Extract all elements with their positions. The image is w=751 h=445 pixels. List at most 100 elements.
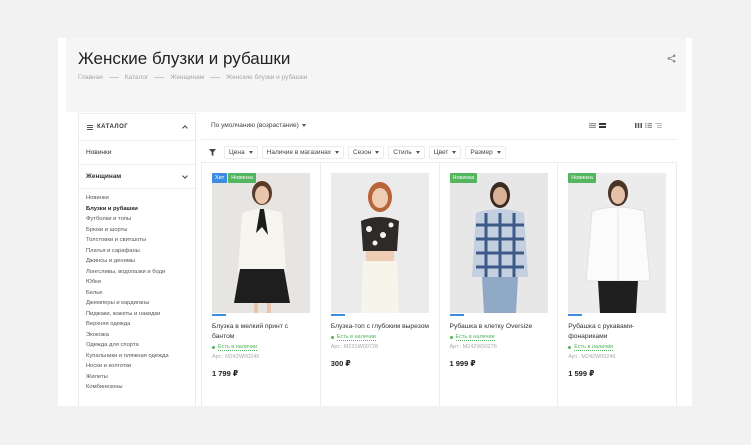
filter-label: Размер — [470, 149, 493, 156]
sidebar-item-new[interactable]: Новинки — [79, 141, 195, 165]
product-article: Арт.: М242W00276 — [449, 344, 497, 350]
caret-down-icon — [375, 151, 380, 154]
product-card[interactable]: Блузка-топ с глубоким вырезом Есть в нали… — [321, 162, 440, 406]
product-badges: Новинка — [568, 173, 596, 183]
caret-down-icon — [496, 151, 501, 154]
filter-dropdown[interactable]: Наличие в магазинах — [261, 146, 344, 159]
filter-icon[interactable] — [209, 149, 216, 156]
filter-dropdown[interactable]: Сезон — [348, 146, 385, 159]
sort-label: По умолчанию (возрастание) — [211, 122, 299, 129]
toolbar-divider — [201, 139, 677, 140]
sidebar-subitem[interactable]: Комбинезоны — [86, 382, 188, 393]
availability-label[interactable]: Есть в наличии — [455, 334, 495, 341]
sidebar-subitem[interactable]: Пиджаки, жакеты и накидки — [86, 309, 188, 320]
filter-label: Сезон — [353, 149, 372, 156]
share-icon[interactable] — [667, 54, 676, 63]
product-image[interactable]: Новинка — [449, 173, 548, 313]
product-name[interactable]: Рубашка с рукавами-фонариками — [568, 322, 668, 342]
filter-label: Цена — [229, 149, 245, 156]
availability-label[interactable]: Есть в наличии — [218, 344, 258, 351]
sidebar-subitem[interactable]: Юбки — [86, 277, 188, 288]
table-view-icon[interactable] — [655, 123, 662, 128]
sidebar-subitem[interactable]: Носки и колготки — [86, 361, 188, 372]
sidebar-subitem[interactable]: Одежда для спорта — [86, 340, 188, 351]
image-slider-indicator — [568, 314, 583, 316]
availability-label[interactable]: Есть в наличии — [574, 344, 614, 351]
product-article: Арт.: М242W00246 — [568, 354, 616, 360]
grid-view-icon[interactable] — [635, 123, 642, 128]
sidebar-section-women[interactable]: Женщинам — [79, 165, 195, 189]
image-slider-indicator — [212, 314, 226, 316]
sidebar-subitem[interactable]: Брюки и шорты — [86, 225, 188, 236]
sidebar-subitem[interactable]: Блузки и рубашки — [86, 204, 188, 215]
product-article: Арт.: М242W00245 — [212, 354, 260, 360]
product-card[interactable]: Новинка Рубашка в клетку Oversize Есть в н… — [440, 162, 559, 406]
availability-dot-icon — [568, 346, 572, 349]
availability-status: Есть в наличии — [212, 344, 320, 351]
row-size-toggle — [589, 123, 606, 128]
sidebar-subitem[interactable]: Купальники и пляжная одежда — [86, 351, 188, 362]
product-image[interactable]: Новинка — [568, 173, 667, 313]
image-slider-indicator — [330, 314, 345, 316]
catalog-header[interactable]: КАТАЛОГ — [79, 114, 195, 141]
filter-bar: Цена Наличие в магазинах Сезон Стиль Цвет Раз… — [209, 146, 506, 159]
sidebar-subitem[interactable]: Толстовки и свитшоты — [86, 235, 188, 246]
caret-down-icon — [452, 151, 457, 154]
product-image[interactable] — [330, 173, 429, 313]
product-name[interactable]: Блузка в мелкий принт с бантом — [212, 322, 312, 342]
sort-dropdown[interactable]: По умолчанию (возрастание) — [211, 122, 306, 129]
filter-dropdown[interactable]: Стиль — [388, 146, 425, 159]
product-image[interactable]: Хит Новинка — [212, 173, 310, 313]
product-card[interactable]: Новинка Рубашка с рукавами-фонариками Есть… — [558, 162, 677, 406]
product-price: 1 799 ₽ — [212, 369, 239, 378]
filter-dropdown[interactable]: Размер — [465, 146, 506, 159]
breadcrumb-catalog[interactable]: Каталог — [125, 74, 149, 81]
filter-dropdown[interactable]: Цена — [224, 146, 258, 159]
product-name[interactable]: Блузка-топ с глубоким вырезом — [331, 322, 431, 332]
chevron-down-icon[interactable] — [182, 173, 188, 179]
sidebar-subitem[interactable]: Экокожа — [86, 330, 188, 341]
sidebar-subitem[interactable]: Джемперы и кардиганы — [86, 298, 188, 309]
caret-down-icon — [335, 151, 339, 154]
sidebar-subitem[interactable]: Жилеты — [86, 372, 188, 383]
list-compact-icon[interactable] — [599, 123, 606, 128]
product-badges: Новинка — [449, 173, 478, 183]
product-card[interactable]: Хит Новинка Блузка в мелкий принт с бантом… — [202, 162, 321, 406]
filter-dropdown[interactable]: Цвет — [428, 146, 462, 159]
availability-label[interactable]: Есть в наличии — [336, 334, 376, 341]
product-article: Арт.: М231W00728 — [330, 344, 379, 350]
product-badge: Новинка — [228, 173, 256, 183]
sidebar-subitem[interactable]: Джинсы и денимы — [86, 256, 188, 267]
filter-label: Стиль — [393, 149, 412, 156]
sidebar-subitem[interactable]: Белье — [86, 288, 188, 299]
sidebar-subitem[interactable]: Лонгсливы, водолазки и боди — [86, 267, 188, 278]
product-name[interactable]: Рубашка в клетку Oversize — [450, 322, 550, 332]
caret-down-icon — [301, 123, 306, 127]
sidebar-subitem[interactable]: Платья и сарафаны — [86, 246, 188, 257]
product-grid: Хит Новинка Блузка в мелкий принт с бантом… — [201, 162, 677, 406]
availability-dot-icon — [212, 346, 215, 349]
sidebar-subitem[interactable]: Новинки — [86, 193, 188, 204]
view-mode-toggle — [635, 123, 662, 128]
filter-label: Цвет — [433, 149, 449, 156]
filter-label: Наличие в магазинах — [266, 149, 331, 156]
page-header: Женские блузки и рубашки Главная Каталог Ж… — [66, 38, 686, 112]
catalog-sidebar: КАТАЛОГ Новинки Женщинам Новинки Блузки и… — [78, 113, 196, 406]
catalog-header-label: КАТАЛОГ — [97, 124, 129, 130]
chevron-up-icon[interactable] — [182, 125, 188, 131]
product-price: 300 ₽ — [330, 359, 351, 368]
product-badge: Новинка — [568, 173, 596, 183]
image-slider-indicator — [449, 314, 464, 316]
product-price: 1 999 ₽ — [449, 359, 476, 368]
availability-status: Есть в наличии — [568, 344, 676, 351]
breadcrumb-women[interactable]: Женщинам — [170, 74, 204, 81]
product-badges: Хит Новинка — [212, 173, 256, 183]
sidebar-subitem[interactable]: Верхняя одежда — [86, 319, 188, 330]
sidebar-subitem[interactable]: Футболки и топы — [86, 214, 188, 225]
list-view-icon[interactable] — [645, 123, 652, 128]
product-price: 1 599 ₽ — [568, 369, 595, 378]
list-large-icon[interactable] — [589, 123, 596, 128]
availability-status: Есть в наличии — [449, 334, 558, 341]
page-container: Женские блузки и рубашки Главная Каталог Ж… — [58, 38, 692, 406]
breadcrumb-home[interactable]: Главная — [78, 74, 103, 81]
